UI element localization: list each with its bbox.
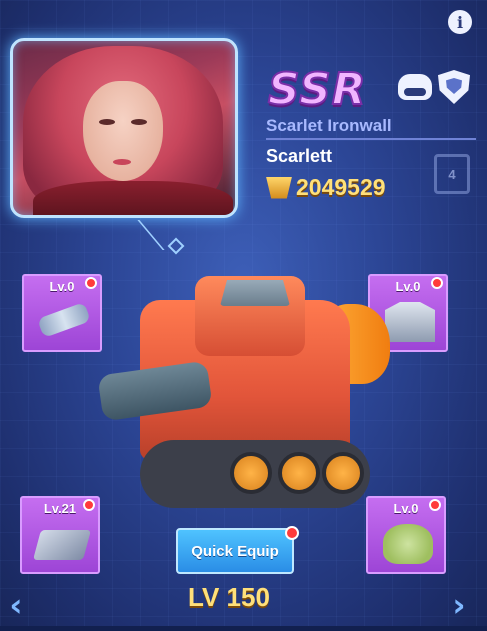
alert-dot: [285, 526, 299, 540]
portrait-jacket: [33, 181, 233, 215]
info-icon: i: [456, 12, 464, 32]
equip-slot-emblem[interactable]: Lv.0: [366, 496, 446, 574]
tree-emblem-icon: [383, 524, 433, 564]
barrel-icon: [37, 302, 91, 338]
alert-dot: [431, 277, 443, 289]
rarity-badge: SSR: [267, 63, 367, 116]
hero-portrait[interactable]: [10, 38, 238, 218]
equip-slot-chip[interactable]: Lv.21: [20, 496, 100, 574]
tank-wheel: [230, 452, 272, 494]
portrait-eye-left: [99, 119, 115, 125]
tank-hatch: [220, 280, 290, 306]
bottom-tab-bar: [0, 626, 487, 631]
chip-icon: [32, 530, 92, 560]
tank-wheel: [322, 452, 364, 494]
armor-plate-icon: [385, 302, 435, 342]
alert-dot: [83, 499, 95, 511]
tank-class-icon[interactable]: [398, 74, 432, 100]
portrait-lips: [113, 159, 131, 165]
alert-dot: [85, 277, 97, 289]
hero-name: Scarlett: [266, 146, 333, 166]
next-arrow-icon[interactable]: ›: [447, 588, 471, 622]
power-crest-icon: [266, 176, 292, 199]
hero-title: Scarlet Ironwall: [266, 116, 476, 140]
prev-arrow-icon[interactable]: ‹: [4, 588, 28, 622]
quick-equip-button[interactable]: Quick Equip: [176, 528, 294, 574]
tank-wheel: [278, 452, 320, 494]
vehicle-level: LV 150: [188, 582, 270, 612]
power-value: 2049529: [296, 174, 386, 200]
portrait-eye-right: [131, 119, 147, 125]
equip-slot-barrel[interactable]: Lv.0: [22, 274, 102, 352]
info-button[interactable]: i: [448, 10, 472, 34]
portrait-face: [83, 81, 163, 181]
rank-badge: 4: [434, 154, 470, 194]
power-display: 2049529: [266, 174, 386, 201]
alert-dot: [429, 499, 441, 511]
